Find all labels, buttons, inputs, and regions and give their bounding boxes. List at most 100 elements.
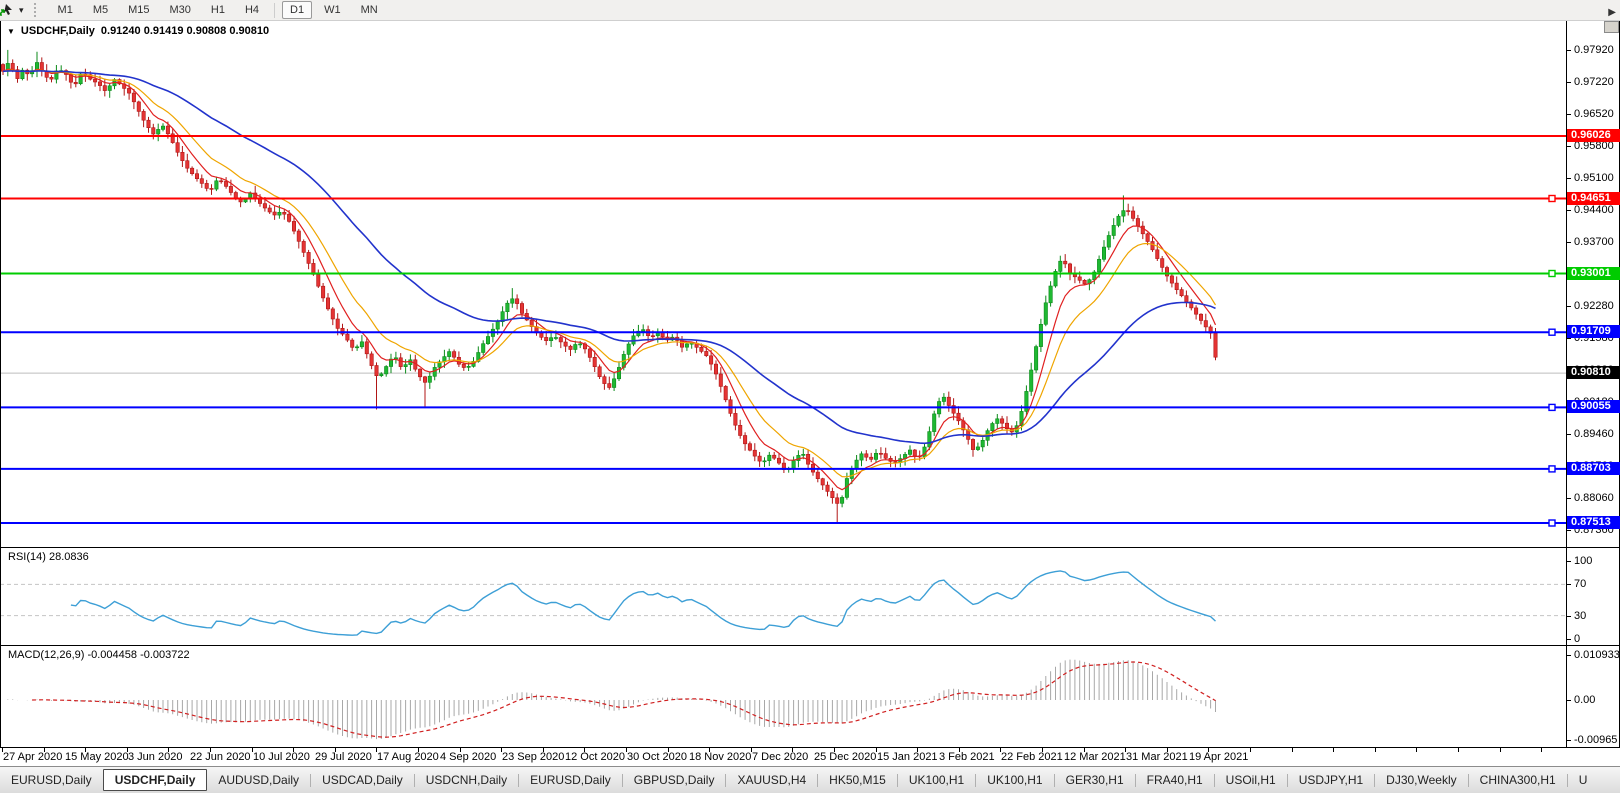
top-toolbar: ▾ M1 M5 M15 M30 H1 H4 D1 W1 MN <box>0 0 1620 21</box>
macd-tick-label: 0.00 <box>1574 694 1596 706</box>
timeframe-button-m1[interactable]: M1 <box>50 1 81 19</box>
level-price-badge[interactable]: 0.91709 <box>1567 325 1620 339</box>
toolbar-separator <box>274 2 276 18</box>
panel-separator-rsi[interactable] <box>0 547 1620 548</box>
macd-tick-label: 0.010933 <box>1574 649 1620 661</box>
date-label: 22 Jun 2020 <box>190 751 251 763</box>
level-price-badge[interactable]: 0.87513 <box>1567 515 1620 529</box>
toolbar-dropdown-icon[interactable]: ▾ <box>19 5 24 16</box>
chart-tab-usdchf-daily[interactable]: USDCHF,Daily <box>102 769 208 791</box>
chart-tab-usdjpy-h1[interactable]: USDJPY,H1 <box>1288 769 1374 791</box>
macd-tick-label: -0.00965 <box>1574 733 1618 746</box>
rsi-tick-label: 30 <box>1574 609 1587 622</box>
chart-tab-u[interactable]: U <box>1568 769 1599 791</box>
chart-tab-usdcnh-daily[interactable]: USDCNH,Daily <box>415 769 518 791</box>
date-tick <box>1250 748 1251 752</box>
title-dropdown-icon[interactable]: ▼ <box>7 27 15 36</box>
main-price-chart[interactable] <box>0 20 1566 547</box>
timeframe-button-mn[interactable]: MN <box>353 1 386 19</box>
level-price-badge[interactable]: 0.93001 <box>1567 266 1620 280</box>
timeframe-button-m30[interactable]: M30 <box>162 1 199 19</box>
candles-layer <box>0 49 1218 523</box>
chart-tab-uk100-h1[interactable]: UK100,H1 <box>976 769 1053 791</box>
timeframe-button-w1[interactable]: W1 <box>316 1 349 19</box>
macd-label: MACD(12,26,9) -0.004458 -0.003722 <box>8 649 190 661</box>
current-price-badge: 0.90810 <box>1567 366 1620 380</box>
date-label: 15 May 2020 <box>65 751 129 763</box>
date-tick <box>1333 748 1334 752</box>
date-label: 3 Feb 2021 <box>939 751 995 763</box>
chart-cursor-icon[interactable] <box>0 2 17 18</box>
date-label: 12 Oct 2020 <box>565 751 625 763</box>
panel-separator-macd[interactable] <box>0 645 1620 646</box>
timeframe-button-m15[interactable]: M15 <box>120 1 157 19</box>
chart-tab-usdcad-daily[interactable]: USDCAD,Daily <box>311 769 414 791</box>
level-handle[interactable] <box>1548 194 1556 203</box>
chart-tab-audusd-daily[interactable]: AUDUSD,Daily <box>207 769 310 791</box>
date-label: 4 Sep 2020 <box>440 751 497 763</box>
level-handle[interactable] <box>1548 519 1556 527</box>
level-price-badge[interactable]: 0.88703 <box>1567 461 1620 475</box>
chart-tab-uk100-h1[interactable]: UK100,H1 <box>898 769 975 791</box>
level-price-badge[interactable]: 0.94651 <box>1567 191 1620 205</box>
date-label: 19 Apr 2021 <box>1189 751 1249 763</box>
level-handle[interactable] <box>1548 403 1556 412</box>
date-label: 31 Mar 2021 <box>1126 751 1188 763</box>
chart-tab-eurusd-daily[interactable]: EURUSD,Daily <box>0 769 103 791</box>
date-label: 29 Jul 2020 <box>315 751 372 763</box>
date-tick <box>1458 748 1459 752</box>
chart-tab-bar: EURUSD,Daily USDCHF,Daily AUDUSD,Daily USDC… <box>0 766 1620 793</box>
chart-tab-gbpusd-daily[interactable]: GBPUSD,Daily <box>623 769 726 791</box>
date-tick <box>1375 748 1376 752</box>
chart-tab-dj30-weekly[interactable]: DJ30,Weekly <box>1375 769 1467 791</box>
price-tick-label: 0.94400 <box>1574 203 1614 216</box>
chart-tab-eurusd-daily[interactable]: EURUSD,Daily <box>519 769 622 791</box>
title-quotes: 0.91240 0.91419 0.90808 0.90810 <box>100 25 270 37</box>
macd-panel[interactable] <box>0 646 1566 747</box>
level-price-badge[interactable]: 0.90055 <box>1567 400 1620 414</box>
level-handle[interactable] <box>1548 328 1556 336</box>
price-tick-label: 0.95100 <box>1574 172 1614 185</box>
date-tick <box>1292 748 1293 752</box>
timeframe-button-h4[interactable]: H4 <box>237 1 267 19</box>
date-label: 10 Jul 2020 <box>253 751 310 763</box>
macd-histogram <box>7 659 1216 740</box>
timeframe-button-m5[interactable]: M5 <box>85 1 116 19</box>
toolbar-grip[interactable] <box>33 3 40 17</box>
date-tick <box>1500 748 1501 752</box>
chart-tab-fra40-h1[interactable]: FRA40,H1 <box>1136 769 1214 791</box>
level-price-badge[interactable]: 0.96026 <box>1567 129 1620 142</box>
price-tick-label: 0.89460 <box>1574 428 1614 441</box>
level-handle[interactable] <box>1548 465 1556 473</box>
chart-title: ▼ USDCHF,Daily 0.91240 0.91419 0.90808 0… <box>7 25 269 37</box>
timeframe-buttons: M1 M5 M15 M30 H1 H4 D1 W1 MN <box>48 1 388 19</box>
rsi-label: RSI(14) 28.0836 <box>8 551 89 563</box>
date-label: 23 Sep 2020 <box>502 751 565 763</box>
date-tick <box>1416 748 1417 752</box>
level-handle[interactable] <box>1548 269 1556 278</box>
price-tick-label: 0.97920 <box>1574 43 1614 56</box>
price-tick-label: 0.96520 <box>1574 107 1614 120</box>
timeframe-button-h1[interactable]: H1 <box>203 1 233 19</box>
date-label: 15 Jan 2021 <box>877 751 938 763</box>
chart-tab-china300-h1[interactable]: CHINA300,H1 <box>1469 769 1567 791</box>
chart-tab-usoil-h1[interactable]: USOil,H1 <box>1215 769 1287 791</box>
timeframe-button-d1[interactable]: D1 <box>282 1 313 19</box>
rsi-panel[interactable] <box>0 548 1566 645</box>
chart-tab-ger30-h1[interactable]: GER30,H1 <box>1055 769 1135 791</box>
date-label: 27 Apr 2020 <box>3 751 63 763</box>
chart-corner-button[interactable] <box>1604 21 1619 33</box>
date-label: 22 Feb 2021 <box>1001 751 1063 763</box>
date-label: 25 Dec 2020 <box>814 751 877 763</box>
date-label: 7 Dec 2020 <box>752 751 809 763</box>
title-symbol: USDCHF,Daily <box>20 25 95 37</box>
chart-tab-xauusd-h4[interactable]: XAUUSD,H4 <box>726 769 817 791</box>
price-tick-label: 0.92280 <box>1574 300 1614 313</box>
chart-tab-hk50-m15[interactable]: HK50,M15 <box>818 769 897 791</box>
price-tick-label: 0.88060 <box>1574 492 1614 505</box>
date-axis-separator <box>0 747 1620 748</box>
rsi-tick-label: 70 <box>1574 578 1587 591</box>
tab-scroll-right-icon[interactable]: ▶ <box>1608 7 1616 18</box>
date-label: 17 Aug 2020 <box>377 751 439 763</box>
date-label: 30 Oct 2020 <box>627 751 687 763</box>
